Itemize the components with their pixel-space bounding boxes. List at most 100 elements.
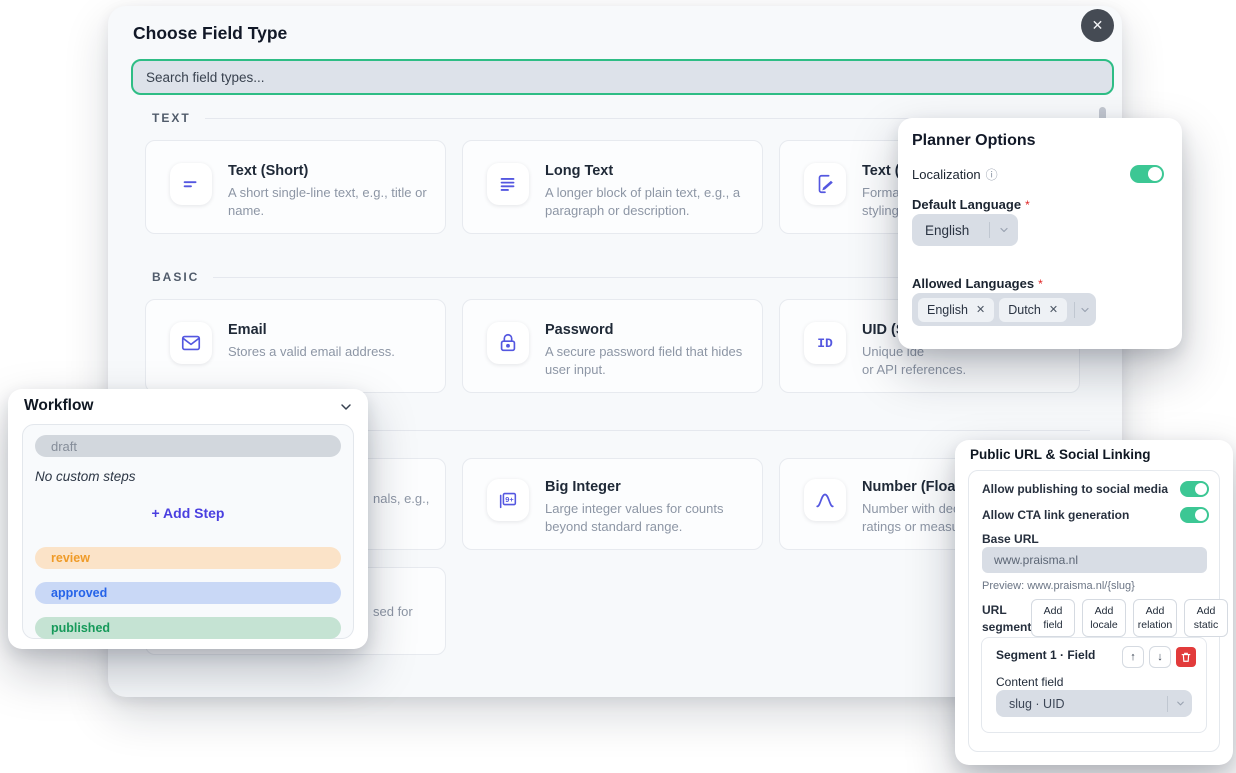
add-static-button[interactable]: Add static — [1184, 599, 1228, 637]
card-title: Big Integer — [545, 479, 744, 495]
base-url-label: Base URL — [982, 532, 1039, 546]
delete-segment-button[interactable] — [1176, 647, 1196, 667]
workflow-title: Workflow — [24, 397, 93, 415]
localization-toggle[interactable] — [1130, 165, 1164, 183]
card-title: Email — [228, 322, 395, 338]
localization-label: Localization — [912, 167, 981, 182]
allowed-languages-multiselect[interactable]: English ✕ Dutch ✕ — [912, 293, 1096, 326]
workflow-step-review[interactable]: review — [35, 547, 341, 569]
card-desc: Stores a valid email address. — [228, 343, 395, 361]
move-up-button[interactable]: ↑ — [1122, 646, 1144, 668]
search-input[interactable] — [131, 59, 1114, 95]
card-desc: A secure password field that hides user … — [545, 343, 744, 380]
workflow-step-draft[interactable]: draft — [35, 435, 341, 457]
card-desc-line: or API references. — [862, 361, 966, 379]
language-chip[interactable]: Dutch ✕ — [999, 298, 1067, 322]
modal-title: Choose Field Type — [133, 23, 287, 44]
url-segments-label: URL segments — [982, 602, 1032, 637]
required-asterisk: * — [1038, 277, 1043, 291]
base-url-input[interactable]: www.praisma.nl — [982, 547, 1207, 573]
card-desc-fragment: sed for — [373, 604, 413, 619]
default-language-label: Default Language — [912, 197, 1021, 212]
add-step-button[interactable]: + Add Step — [23, 505, 353, 521]
segment-buttons-row: Add field Add locale Add relation Add st… — [1031, 599, 1228, 637]
card-desc-fragment: nals, e.g., — [373, 491, 429, 506]
card-desc: A longer block of plain text, e.g., a pa… — [545, 184, 744, 221]
content-field-value: slug · UID — [996, 697, 1167, 711]
field-card-password[interactable]: Password A secure password field that hi… — [462, 299, 763, 393]
email-icon — [170, 322, 212, 364]
lock-icon — [487, 322, 529, 364]
content-field-label: Content field — [996, 675, 1063, 689]
cta-link-row: Allow CTA link generation — [982, 507, 1209, 523]
cta-link-label: Allow CTA link generation — [982, 508, 1129, 522]
screen: Choose Field Type ✕ TEXT Text (Short) A … — [0, 0, 1236, 773]
chip-remove-icon[interactable]: ✕ — [1049, 303, 1058, 316]
planner-title: Planner Options — [912, 132, 1036, 150]
segment-actions: ↑ ↓ — [1122, 646, 1196, 668]
section-label: TEXT — [152, 111, 191, 125]
close-icon: ✕ — [1092, 17, 1104, 34]
section-label: BASIC — [152, 270, 199, 284]
card-desc: Large integer values for counts beyond s… — [545, 500, 744, 537]
default-language-row: Default Language * — [912, 196, 1030, 214]
allowed-languages-row: Allowed Languages * — [912, 275, 1043, 293]
big-integer-icon: 9+ — [487, 479, 529, 521]
public-url-panel: Public URL & Social Linking Allow publis… — [955, 440, 1233, 765]
allowed-languages-label: Allowed Languages — [912, 276, 1034, 291]
content-field-select[interactable]: slug · UID — [996, 690, 1192, 717]
default-language-value: English — [912, 223, 989, 238]
workflow-step-approved[interactable]: approved — [35, 582, 341, 604]
svg-text:9+: 9+ — [505, 495, 513, 504]
social-media-label: Allow publishing to social media — [982, 482, 1168, 496]
card-desc: A short single-line text, e.g., title or… — [228, 184, 427, 221]
chip-label: English — [927, 303, 968, 317]
step-label: draft — [51, 439, 77, 454]
public-url-body: Allow publishing to social media Allow C… — [968, 470, 1220, 752]
chip-remove-icon[interactable]: ✕ — [976, 303, 985, 316]
collapse-chevron-icon[interactable] — [338, 399, 354, 420]
base-url-value: www.praisma.nl — [994, 553, 1078, 567]
move-down-button[interactable]: ↓ — [1149, 646, 1171, 668]
field-card-text-short[interactable]: Text (Short) A short single-line text, e… — [145, 140, 446, 234]
add-field-button[interactable]: Add field — [1031, 599, 1075, 637]
long-text-icon — [487, 163, 529, 205]
card-title: Text (Short) — [228, 163, 427, 179]
public-url-title: Public URL & Social Linking — [970, 447, 1151, 462]
default-language-select[interactable]: English — [912, 214, 1018, 246]
field-card-big-integer[interactable]: 9+ Big Integer Large integer values for … — [462, 458, 763, 550]
add-locale-button[interactable]: Add locale — [1082, 599, 1126, 637]
workflow-step-published[interactable]: published — [35, 617, 341, 639]
step-label: published — [51, 621, 110, 635]
down-arrow-icon: ↓ — [1157, 651, 1163, 663]
workflow-steps-container: draft No custom steps + Add Step review … — [22, 424, 354, 639]
social-media-toggle[interactable] — [1180, 481, 1209, 497]
close-button[interactable]: ✕ — [1081, 9, 1114, 42]
trash-icon — [1181, 652, 1191, 663]
float-icon — [804, 479, 846, 521]
card-title: Password — [545, 322, 744, 338]
workflow-empty-text: No custom steps — [35, 469, 136, 484]
workflow-panel: Workflow draft No custom steps + Add Ste… — [8, 389, 368, 649]
planner-options-panel: Planner Options Localization ⓘ Default L… — [898, 118, 1182, 349]
cta-link-toggle[interactable] — [1180, 507, 1209, 523]
chevron-down-icon — [990, 224, 1018, 236]
segment-title: Segment 1 · Field — [996, 648, 1095, 662]
chevron-down-icon — [1168, 698, 1192, 709]
chip-label: Dutch — [1008, 303, 1041, 317]
field-card-email[interactable]: Email Stores a valid email address. — [145, 299, 446, 393]
uid-icon: ID — [804, 322, 846, 364]
social-media-row: Allow publishing to social media — [982, 481, 1209, 497]
localization-row: Localization ⓘ — [912, 166, 998, 183]
card-title: Long Text — [545, 163, 744, 179]
add-relation-button[interactable]: Add relation — [1133, 599, 1177, 637]
required-asterisk: * — [1025, 198, 1030, 212]
url-preview-text: Preview: www.praisma.nl/{slug} — [982, 580, 1135, 592]
info-icon: ⓘ — [986, 166, 998, 183]
language-chip[interactable]: English ✕ — [918, 298, 994, 322]
up-arrow-icon: ↑ — [1130, 651, 1136, 663]
field-card-long-text[interactable]: Long Text A longer block of plain text, … — [462, 140, 763, 234]
step-label: review — [51, 551, 90, 565]
rich-text-icon — [804, 163, 846, 205]
short-text-icon — [170, 163, 212, 205]
